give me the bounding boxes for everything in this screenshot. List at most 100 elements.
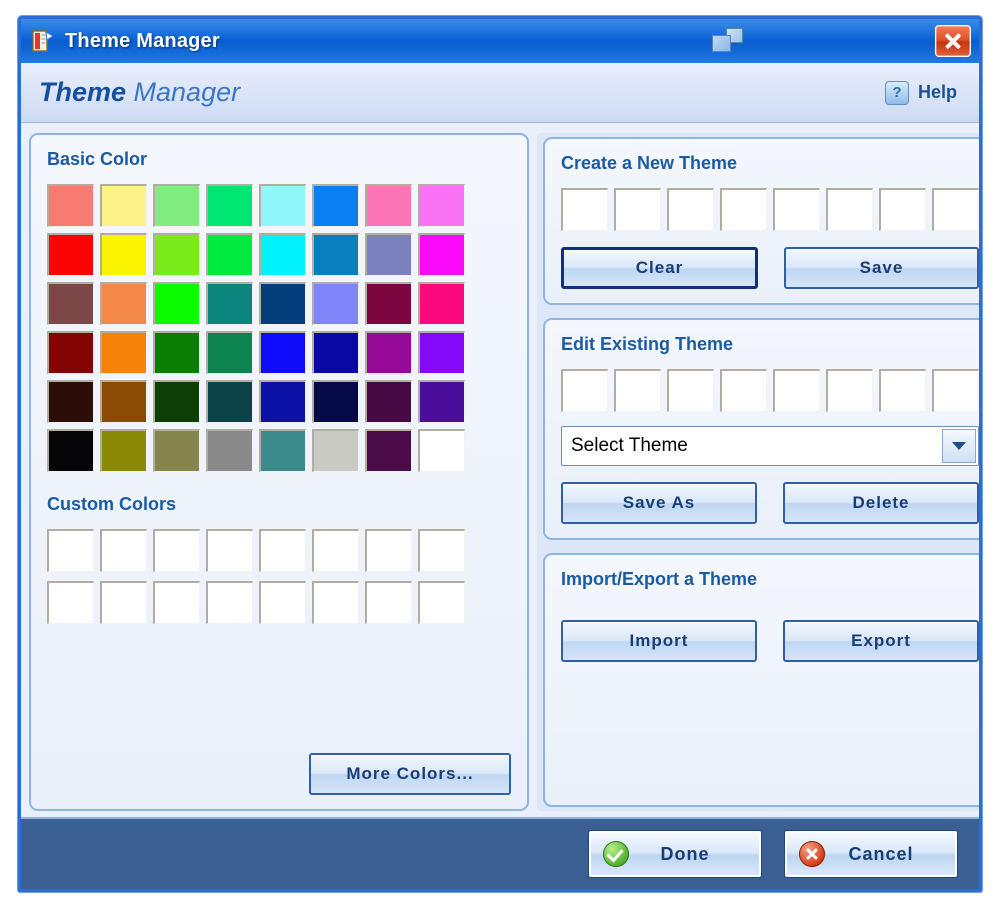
color-swatch[interactable] bbox=[418, 331, 465, 374]
custom-color-swatch[interactable] bbox=[47, 529, 94, 572]
color-swatch[interactable] bbox=[259, 380, 306, 423]
color-swatch[interactable] bbox=[365, 331, 412, 374]
color-swatch[interactable] bbox=[100, 282, 147, 325]
export-button[interactable]: Export bbox=[783, 620, 979, 662]
custom-color-swatch[interactable] bbox=[418, 581, 465, 624]
custom-color-swatch[interactable] bbox=[100, 581, 147, 624]
color-swatch[interactable] bbox=[206, 429, 253, 472]
page-title-bold: Theme bbox=[39, 77, 127, 107]
color-swatch[interactable] bbox=[153, 233, 200, 276]
color-swatch[interactable] bbox=[100, 380, 147, 423]
save-as-button[interactable]: Save As bbox=[561, 482, 757, 524]
color-swatch[interactable] bbox=[47, 184, 94, 227]
chevron-down-icon[interactable] bbox=[942, 429, 976, 463]
check-circle-icon bbox=[603, 841, 629, 867]
create-theme-swatch[interactable] bbox=[720, 188, 767, 231]
color-swatch[interactable] bbox=[100, 331, 147, 374]
color-swatch[interactable] bbox=[206, 331, 253, 374]
color-swatch[interactable] bbox=[259, 282, 306, 325]
color-swatch[interactable] bbox=[153, 380, 200, 423]
color-swatch[interactable] bbox=[365, 429, 412, 472]
color-swatch[interactable] bbox=[312, 429, 359, 472]
color-swatch[interactable] bbox=[153, 282, 200, 325]
create-theme-swatch[interactable] bbox=[826, 188, 873, 231]
edit-theme-swatch[interactable] bbox=[561, 369, 608, 412]
edit-theme-swatch[interactable] bbox=[932, 369, 979, 412]
create-theme-swatch[interactable] bbox=[773, 188, 820, 231]
create-theme-swatch[interactable] bbox=[932, 188, 979, 231]
color-swatch[interactable] bbox=[47, 380, 94, 423]
color-swatch[interactable] bbox=[312, 184, 359, 227]
color-swatch[interactable] bbox=[153, 331, 200, 374]
clear-button[interactable]: Clear bbox=[561, 247, 758, 289]
custom-color-swatch[interactable] bbox=[312, 581, 359, 624]
color-swatch[interactable] bbox=[418, 233, 465, 276]
color-swatch[interactable] bbox=[259, 233, 306, 276]
more-colors-button[interactable]: More Colors... bbox=[309, 753, 511, 795]
color-swatch[interactable] bbox=[365, 380, 412, 423]
custom-color-swatch[interactable] bbox=[153, 529, 200, 572]
custom-color-swatch[interactable] bbox=[312, 529, 359, 572]
create-theme-swatch[interactable] bbox=[879, 188, 926, 231]
color-swatch[interactable] bbox=[206, 380, 253, 423]
edit-theme-swatch[interactable] bbox=[667, 369, 714, 412]
restore-window-icon[interactable] bbox=[711, 26, 745, 56]
done-button[interactable]: Done bbox=[589, 831, 761, 877]
select-theme-dropdown[interactable]: Select Theme bbox=[561, 426, 979, 466]
color-swatch[interactable] bbox=[100, 429, 147, 472]
custom-color-swatch[interactable] bbox=[100, 529, 147, 572]
color-swatch[interactable] bbox=[418, 282, 465, 325]
custom-color-swatch[interactable] bbox=[418, 529, 465, 572]
delete-button[interactable]: Delete bbox=[783, 482, 979, 524]
custom-color-swatch[interactable] bbox=[153, 581, 200, 624]
color-swatch[interactable] bbox=[47, 331, 94, 374]
color-swatch[interactable] bbox=[100, 233, 147, 276]
custom-color-swatch[interactable] bbox=[259, 529, 306, 572]
custom-color-swatch[interactable] bbox=[259, 581, 306, 624]
edit-theme-swatch[interactable] bbox=[614, 369, 661, 412]
color-swatch[interactable] bbox=[312, 331, 359, 374]
import-export-buttons: Import Export bbox=[561, 620, 979, 662]
custom-color-swatch[interactable] bbox=[206, 529, 253, 572]
create-theme-swatch[interactable] bbox=[614, 188, 661, 231]
custom-color-swatch[interactable] bbox=[365, 529, 412, 572]
custom-color-swatch[interactable] bbox=[206, 581, 253, 624]
color-swatch[interactable] bbox=[259, 184, 306, 227]
color-swatch[interactable] bbox=[418, 380, 465, 423]
color-swatch[interactable] bbox=[418, 429, 465, 472]
color-swatch[interactable] bbox=[153, 184, 200, 227]
color-swatch[interactable] bbox=[259, 331, 306, 374]
color-swatch[interactable] bbox=[259, 429, 306, 472]
color-swatch[interactable] bbox=[418, 184, 465, 227]
color-swatch[interactable] bbox=[365, 233, 412, 276]
color-swatch[interactable] bbox=[47, 429, 94, 472]
color-swatch[interactable] bbox=[312, 282, 359, 325]
color-swatch[interactable] bbox=[365, 282, 412, 325]
help-button[interactable]: ? Help bbox=[884, 80, 957, 105]
color-swatch[interactable] bbox=[100, 184, 147, 227]
color-swatch[interactable] bbox=[153, 429, 200, 472]
edit-theme-swatch[interactable] bbox=[720, 369, 767, 412]
title-bar: Theme Manager bbox=[21, 19, 979, 63]
custom-color-swatch[interactable] bbox=[365, 581, 412, 624]
create-theme-swatch[interactable] bbox=[667, 188, 714, 231]
edit-theme-swatch[interactable] bbox=[826, 369, 873, 412]
create-theme-swatch[interactable] bbox=[561, 188, 608, 231]
save-button[interactable]: Save bbox=[784, 247, 979, 289]
cancel-button[interactable]: Cancel bbox=[785, 831, 957, 877]
color-swatch[interactable] bbox=[206, 184, 253, 227]
import-button[interactable]: Import bbox=[561, 620, 757, 662]
custom-color-swatch[interactable] bbox=[47, 581, 94, 624]
color-swatch[interactable] bbox=[47, 282, 94, 325]
color-swatch[interactable] bbox=[47, 233, 94, 276]
color-swatch[interactable] bbox=[206, 282, 253, 325]
edit-theme-swatch[interactable] bbox=[773, 369, 820, 412]
color-swatch[interactable] bbox=[365, 184, 412, 227]
edit-theme-swatch[interactable] bbox=[879, 369, 926, 412]
close-icon[interactable] bbox=[935, 25, 971, 57]
color-swatch[interactable] bbox=[312, 380, 359, 423]
color-swatch[interactable] bbox=[206, 233, 253, 276]
edit-theme-buttons: Save As Delete bbox=[561, 482, 979, 524]
create-theme-group: Create a New Theme Clear Save bbox=[543, 137, 979, 305]
color-swatch[interactable] bbox=[312, 233, 359, 276]
